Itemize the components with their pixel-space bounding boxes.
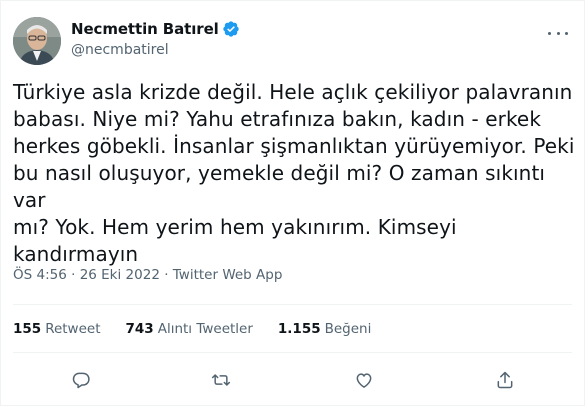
share-button[interactable]	[488, 365, 522, 395]
handle[interactable]: @necmbatirel	[71, 42, 240, 58]
share-icon	[495, 370, 515, 390]
retweets-stat[interactable]: 155 Retweet	[13, 321, 101, 337]
quotes-label: Alıntı Tweetler	[157, 321, 253, 337]
tweet-text: Türkiye asla krizde değil. Hele açlık çe…	[13, 80, 575, 266]
likes-label: Beğeni	[324, 321, 372, 337]
verified-badge-icon	[222, 20, 240, 38]
tweet-actions	[1, 365, 584, 395]
more-options-icon[interactable]	[548, 25, 568, 41]
tweet-header: Necmettin Batırel @necmbatirel	[13, 15, 572, 67]
reply-button[interactable]	[64, 365, 98, 395]
meta-separator: ·	[159, 267, 173, 283]
tweet-source[interactable]: Twitter Web App	[173, 267, 283, 283]
like-button[interactable]	[347, 365, 381, 395]
avatar-image	[13, 17, 61, 65]
reply-icon	[71, 370, 91, 390]
tweet-card: Necmettin Batırel @necmbatirel Türkiye a…	[0, 0, 585, 406]
display-name-row: Necmettin Batırel	[71, 19, 240, 39]
tweet-stats: 155 Retweet 743 Alıntı Tweetler 1.155 Beğen…	[13, 321, 396, 337]
tweet-time[interactable]: ÖS 4:56	[13, 267, 67, 283]
display-name[interactable]: Necmettin Batırel	[71, 20, 219, 38]
tweet-date[interactable]: 26 Eki 2022	[80, 267, 160, 283]
likes-stat[interactable]: 1.155 Beğeni	[278, 321, 371, 337]
tweet-meta: ÖS 4:56 · 26 Eki 2022 · Twitter Web App	[13, 267, 282, 283]
likes-count: 1.155	[277, 321, 321, 337]
meta-separator: ·	[66, 267, 80, 283]
retweet-button[interactable]	[204, 365, 238, 395]
avatar[interactable]	[13, 17, 61, 65]
retweet-icon	[211, 370, 231, 390]
retweets-label: Retweet	[45, 321, 101, 337]
author-names: Necmettin Batırel @necmbatirel	[71, 19, 240, 58]
quotes-count: 743	[125, 321, 154, 337]
divider	[13, 352, 572, 353]
like-icon	[354, 370, 374, 390]
retweets-count: 155	[13, 321, 42, 337]
divider	[13, 304, 572, 305]
quotes-stat[interactable]: 743 Alıntı Tweetler	[126, 321, 253, 337]
